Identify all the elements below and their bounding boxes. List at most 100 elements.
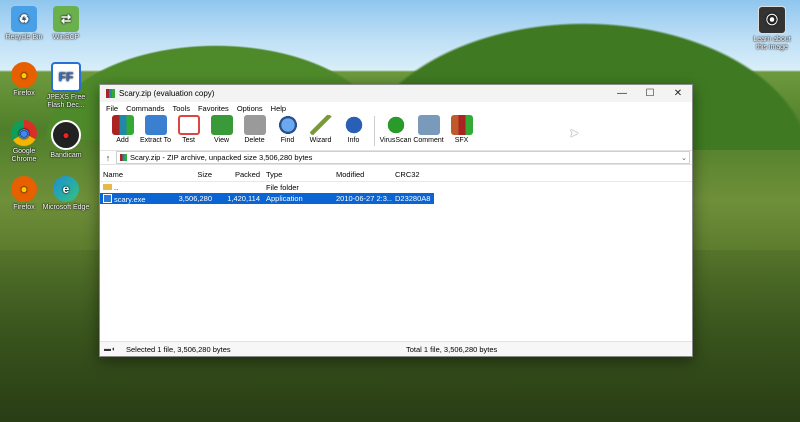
desktop-icon-label: Recycle Bin (5, 34, 43, 41)
file-list: Name Size Packed Type Modified CRC32 .. … (100, 168, 692, 342)
list-item-selected[interactable]: scary.exe 3,506,280 1,420,114 Applicatio… (100, 193, 434, 204)
file-type: File folder (266, 183, 299, 192)
toolbar-separator (374, 116, 375, 146)
virusscan-button[interactable]: VirusScan (379, 115, 412, 144)
desktop-icon-label: Bandicam (50, 152, 82, 159)
window-title: Scary.zip (evaluation copy) (119, 89, 215, 98)
toolbar-label: Test (182, 137, 195, 144)
column-packed[interactable]: Packed (215, 170, 263, 179)
bandicam-icon: ● (51, 120, 81, 150)
find-button[interactable]: Find (271, 115, 304, 144)
extract-to-button[interactable]: Extract To (139, 115, 172, 144)
file-packed: 1,420,114 (227, 194, 260, 203)
title-bar[interactable]: Scary.zip (evaluation copy) — ☐ ✕ (100, 85, 692, 102)
toolbar-label: Add (116, 137, 129, 144)
toolbar-label: VirusScan (379, 137, 412, 144)
folder-icon (103, 184, 112, 190)
comment-button[interactable]: Comment (412, 115, 445, 144)
view-button[interactable]: View (205, 115, 238, 144)
menu-tools[interactable]: Tools (168, 104, 194, 113)
drive-icon: ▬◖ (104, 345, 116, 353)
address-bar: ↑ Scary.zip - ZIP archive, unpacked size… (100, 151, 692, 165)
exe-icon (103, 193, 112, 203)
toolbar-label: Info (347, 137, 360, 144)
magnifier-icon (276, 115, 299, 135)
add-button[interactable]: Add (106, 115, 139, 144)
firefox-icon: ● (11, 62, 37, 88)
toolbar: Add Extract To Test View Delete Find Wiz… (100, 114, 692, 151)
desktop-icon-label: Firefox (13, 204, 35, 211)
file-modified: 2010-06-27 2:3... (336, 194, 392, 203)
book-icon (210, 115, 233, 135)
close-button[interactable]: ✕ (664, 85, 692, 102)
file-name: scary.exe (114, 194, 146, 204)
list-item-parent[interactable]: .. File folder (100, 182, 692, 193)
menu-commands[interactable]: Commands (122, 104, 168, 113)
test-icon (177, 115, 200, 135)
menu-options[interactable]: Options (233, 104, 267, 113)
info-icon (342, 115, 365, 135)
desktop-icon-chrome[interactable]: ◉ Google Chrome (0, 120, 48, 164)
file-name: .. (114, 183, 119, 192)
column-size[interactable]: Size (170, 170, 215, 179)
status-bar: ▬◖ Selected 1 file, 3,506,280 bytes Tota… (100, 341, 692, 356)
toolbar-label: Extract To (140, 137, 171, 144)
winrar-window: Scary.zip (evaluation copy) — ☐ ✕ File C… (99, 84, 693, 357)
menu-file[interactable]: File (102, 104, 122, 113)
chevron-down-icon[interactable]: ⌄ (681, 154, 687, 162)
toolbar-label: Find (280, 137, 295, 144)
toolbar-label: View (213, 137, 230, 144)
virus-icon (384, 115, 407, 135)
desktop-icon-learn-about-image[interactable]: ⦿ Learn about this image (748, 6, 796, 52)
camera-icon: ⦿ (758, 6, 786, 34)
toolbar-label: Comment (413, 137, 444, 144)
address-field[interactable]: Scary.zip - ZIP archive, unpacked size 3… (116, 151, 690, 164)
desktop-icon-label: WinSCP (52, 34, 80, 41)
delete-button[interactable]: Delete (238, 115, 271, 144)
add-icon (111, 115, 134, 135)
sfx-button[interactable]: SFX (445, 115, 478, 144)
desktop-icon-firefox-2[interactable]: ● Firefox (0, 176, 48, 212)
file-size: 3,506,280 (178, 194, 212, 203)
desktop-icon-label: Firefox (13, 90, 35, 97)
info-button[interactable]: Info (337, 115, 370, 144)
desktop-icon-bandicam[interactable]: ● Bandicam (42, 120, 90, 160)
column-crc32[interactable]: CRC32 (392, 170, 434, 179)
menu-bar: File Commands Tools Favorites Options He… (100, 102, 692, 114)
toolbar-label: Wizard (309, 137, 332, 144)
menu-favorites[interactable]: Favorites (194, 104, 233, 113)
wizard-button[interactable]: Wizard (304, 115, 337, 144)
desktop-icon-label: Learn about this image (753, 36, 791, 51)
trash-icon (243, 115, 266, 135)
menu-help[interactable]: Help (267, 104, 290, 113)
maximize-button[interactable]: ☐ (636, 85, 664, 102)
file-type: Application (266, 194, 303, 203)
recycle-bin-icon: ♻ (11, 6, 37, 32)
jpexs-icon: FF (51, 62, 81, 92)
desktop-icon-label: Google Chrome (11, 148, 37, 163)
mouse-cursor-icon: ➤ (569, 126, 580, 140)
column-name[interactable]: Name (100, 170, 170, 179)
desktop-icon-winscp[interactable]: ⇄ WinSCP (42, 6, 90, 42)
desktop-icon-jpexs[interactable]: FF JPEXS Free Flash Dec... (42, 62, 90, 110)
status-total: Total 1 file, 3,506,280 bytes (406, 344, 498, 354)
status-selected: Selected 1 file, 3,506,280 bytes (126, 344, 231, 354)
desktop-icon-recycle-bin[interactable]: ♻ Recycle Bin (0, 6, 48, 42)
desktop-icon-edge[interactable]: e Microsoft Edge (42, 176, 90, 212)
desktop-icon-label: Microsoft Edge (42, 204, 90, 211)
column-type[interactable]: Type (263, 170, 333, 179)
firefox-icon: ● (11, 176, 37, 202)
list-header: Name Size Packed Type Modified CRC32 (100, 168, 692, 182)
winrar-app-icon (106, 89, 115, 98)
minimize-button[interactable]: — (608, 85, 636, 102)
column-modified[interactable]: Modified (333, 170, 392, 179)
test-button[interactable]: Test (172, 115, 205, 144)
toolbar-label: Delete (244, 137, 265, 144)
winscp-icon: ⇄ (53, 6, 79, 32)
desktop-icon-firefox[interactable]: ● Firefox (0, 62, 48, 98)
up-arrow-icon[interactable]: ↑ (100, 153, 116, 163)
toolbar-label: SFX (454, 137, 469, 144)
address-text: Scary.zip - ZIP archive, unpacked size 3… (130, 153, 313, 162)
chrome-icon: ◉ (11, 120, 37, 146)
sfx-icon (450, 115, 473, 135)
